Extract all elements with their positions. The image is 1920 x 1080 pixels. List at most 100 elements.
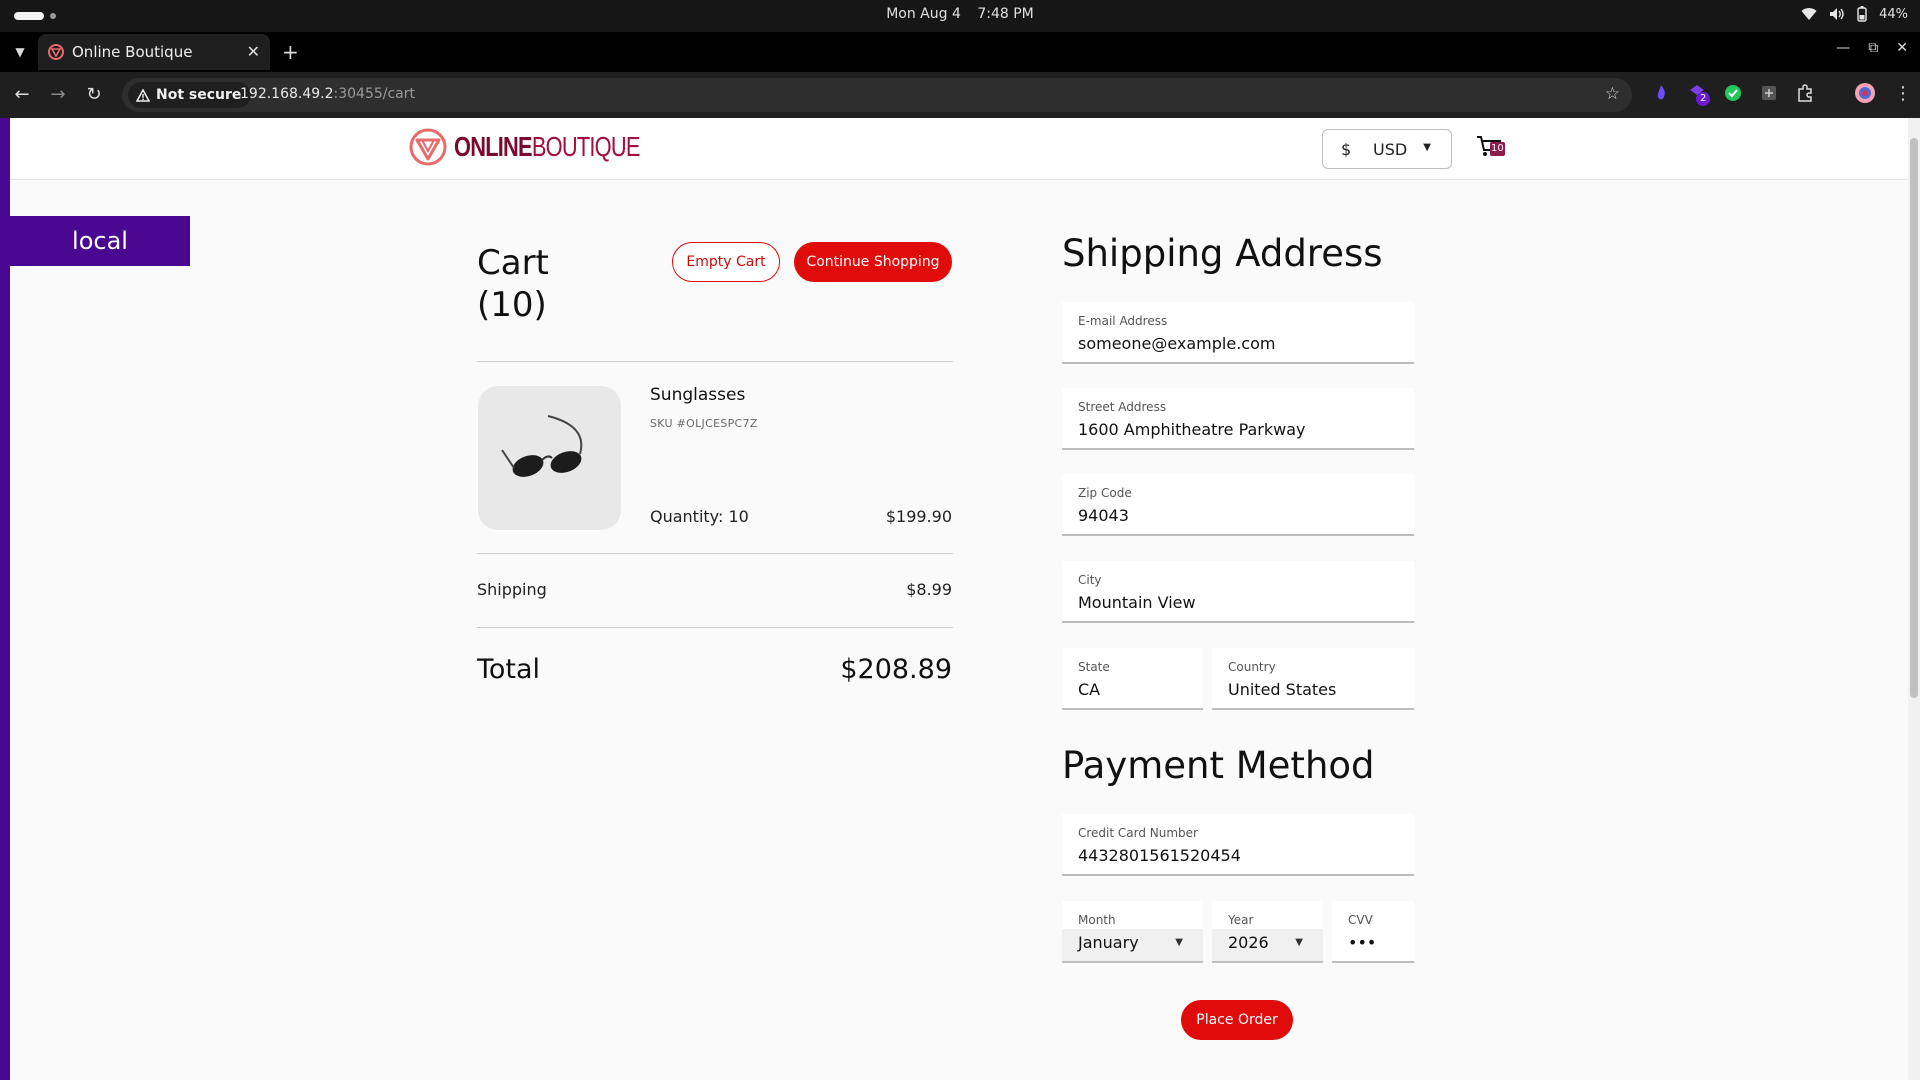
cart-link[interactable]: 10 (1476, 134, 1506, 162)
browser-menu-icon[interactable]: ⋮ (1894, 83, 1912, 104)
product-name[interactable]: Sunglasses (650, 385, 745, 405)
empty-cart-button[interactable]: Empty Cart (672, 242, 780, 282)
site-logo[interactable]: ONLINEBOUTIQUE (408, 127, 692, 167)
caret-down-icon: ▼ (1295, 937, 1303, 948)
credit-card-value: 4432801561520454 (1078, 846, 1241, 865)
plus-extension-icon[interactable] (1758, 82, 1780, 104)
page-viewport: ONLINEBOUTIQUE $ USD ▼ 10 local Cart (10… (0, 118, 1908, 1080)
browser-tab-strip: ▼ Online Boutique ✕ + — ⧉ ✕ (0, 32, 1920, 72)
caret-down-icon: ▼ (1423, 142, 1431, 153)
env-side-stripe (0, 118, 10, 1080)
minimize-icon[interactable]: — (1836, 40, 1850, 56)
year-value: 2026 (1228, 933, 1269, 952)
continue-shopping-button[interactable]: Continue Shopping (794, 242, 952, 282)
country-field[interactable]: Country United States (1212, 648, 1414, 710)
forward-arrow-icon[interactable]: → (46, 83, 70, 107)
shipping-label: Shipping (477, 580, 547, 599)
os-top-bar: Mon Aug 4 7:48 PM 44% (0, 0, 1920, 32)
logo-light: BOUTIQUE (531, 131, 641, 162)
cart-divider (477, 361, 953, 362)
credit-card-number-field[interactable]: Credit Card Number 4432801561520454 (1062, 814, 1414, 876)
reload-icon[interactable]: ↻ (82, 83, 106, 107)
os-time: 7:48 PM (977, 6, 1034, 22)
street-address-field[interactable]: Street Address 1600 Amphitheatre Parkway (1062, 388, 1414, 450)
tab-close-icon[interactable]: ✕ (247, 42, 260, 61)
shipping-address-heading: Shipping Address (1062, 232, 1383, 275)
browser-tab[interactable]: Online Boutique ✕ (38, 34, 270, 70)
window-controls: — ⧉ ✕ (1836, 40, 1908, 56)
cart-divider (477, 553, 953, 554)
month-select[interactable]: Month January ▼ (1062, 901, 1203, 963)
puzzle-extensions-icon[interactable] (1794, 82, 1816, 104)
total-amount: $208.89 (840, 654, 952, 685)
tab-title: Online Boutique (72, 43, 193, 61)
sunglasses-icon (501, 415, 583, 477)
flame-extension-icon[interactable] (1650, 82, 1672, 104)
browser-toolbar: ← → ↻ Not secure 192.168.49.2:30455/cart… (0, 72, 1920, 118)
zip-code-field[interactable]: Zip Code 94043 (1062, 474, 1414, 536)
cvv-field[interactable]: CVV ••• (1332, 901, 1414, 963)
cart-heading-count: (10) (477, 285, 547, 325)
environment-banner: local (10, 216, 190, 266)
boutique-favicon-icon (48, 44, 64, 60)
country-value: United States (1228, 680, 1337, 699)
city-label: City (1078, 573, 1102, 587)
city-field[interactable]: City Mountain View (1062, 561, 1414, 623)
product-price: $199.90 (885, 507, 952, 526)
bookmark-star-icon[interactable]: ☆ (1605, 84, 1620, 104)
address-bar[interactable]: Not secure 192.168.49.2:30455/cart ☆ (122, 78, 1632, 112)
url-text[interactable]: 192.168.49.2:30455/cart (240, 86, 415, 102)
cvv-value: ••• (1348, 933, 1377, 952)
currency-selector[interactable]: $ USD ▼ (1322, 129, 1452, 169)
wifi-icon (1801, 8, 1817, 20)
payment-method-heading: Payment Method (1062, 744, 1375, 787)
month-select-box[interactable]: January ▼ (1062, 929, 1203, 961)
zip-code-value: 94043 (1078, 506, 1129, 525)
product-quantity: Quantity: 10 (650, 507, 749, 526)
tab-search-chevron-icon[interactable]: ▼ (10, 42, 30, 62)
year-select[interactable]: Year 2026 ▼ (1212, 901, 1323, 963)
place-order-button[interactable]: Place Order (1181, 1000, 1293, 1040)
month-label: Month (1078, 913, 1116, 927)
boutique-logo-icon (409, 128, 447, 166)
year-select-box[interactable]: 2026 ▼ (1212, 929, 1323, 961)
cart-heading: Cart (10) (477, 242, 617, 326)
os-date: Mon Aug 4 (886, 6, 961, 22)
system-status[interactable]: 44% (1801, 6, 1908, 22)
email-value: someone@example.com (1078, 334, 1276, 353)
year-label: Year (1228, 913, 1254, 927)
new-tab-icon[interactable]: + (282, 40, 299, 64)
state-label: State (1078, 660, 1110, 674)
total-label: Total (477, 654, 541, 685)
url-path: :30455/cart (333, 86, 416, 102)
street-address-value: 1600 Amphitheatre Parkway (1078, 420, 1306, 439)
extensions-area: 2 ⋮ (1650, 82, 1912, 106)
back-arrow-icon[interactable]: ← (10, 83, 34, 107)
scrollbar-thumb[interactable] (1910, 138, 1918, 698)
cart-divider (477, 627, 953, 628)
cart-heading-label: Cart (477, 243, 549, 283)
check-extension-icon[interactable] (1722, 82, 1744, 104)
purple-extension-icon[interactable]: 2 (1686, 82, 1711, 106)
city-value: Mountain View (1078, 593, 1196, 612)
email-field[interactable]: E-mail Address someone@example.com (1062, 302, 1414, 364)
page-scrollbar[interactable] (1908, 118, 1920, 1080)
url-host: 192.168.49.2 (240, 86, 334, 102)
state-field[interactable]: State CA (1062, 648, 1203, 710)
battery-icon (1857, 6, 1867, 22)
volume-icon (1830, 8, 1844, 20)
warning-triangle-icon (136, 88, 150, 102)
battery-percentage: 44% (1879, 6, 1908, 22)
currency-symbol: $ (1341, 140, 1352, 159)
zip-code-label: Zip Code (1078, 486, 1132, 500)
profile-avatar-icon[interactable] (1854, 82, 1876, 104)
window-close-icon[interactable]: ✕ (1896, 40, 1908, 56)
street-address-label: Street Address (1078, 400, 1167, 414)
credit-card-label: Credit Card Number (1078, 826, 1198, 840)
sunglasses-product-image[interactable] (478, 386, 621, 530)
os-clock[interactable]: Mon Aug 4 7:48 PM (0, 6, 1920, 22)
site-header: ONLINEBOUTIQUE $ USD ▼ 10 (10, 118, 1908, 180)
cvv-label: CVV (1348, 913, 1373, 927)
restore-icon[interactable]: ⧉ (1868, 40, 1878, 56)
security-chip[interactable]: Not secure (128, 82, 252, 108)
